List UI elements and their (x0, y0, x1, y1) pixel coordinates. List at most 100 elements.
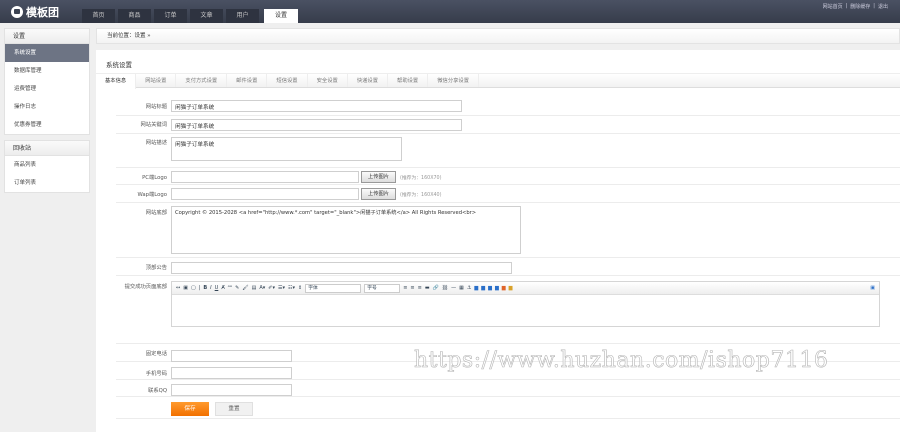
attachment-icon[interactable]: ▆ (509, 285, 513, 291)
tab-wechat-share[interactable]: 微信分享设置 (428, 74, 480, 87)
align-left-icon[interactable]: ≡ (403, 285, 407, 291)
sidebar-item-system-settings[interactable]: 系统设置 (5, 44, 89, 62)
image-right-icon[interactable]: ▆ (488, 285, 492, 291)
sidebar-item-logs[interactable]: 操作日志 (5, 98, 89, 116)
footer-textarea[interactable]: Copyright © 2015-2028 <a href="http://ww… (171, 206, 521, 254)
tab-express[interactable]: 快递设置 (348, 74, 389, 87)
fullscreen-icon[interactable]: ▣ (870, 285, 875, 291)
nav-settings[interactable]: 设置 (264, 9, 298, 23)
tab-security[interactable]: 安全设置 (308, 74, 348, 87)
nav-users[interactable]: 用户 (226, 9, 259, 23)
tab-sms[interactable]: 短信设置 (267, 74, 308, 87)
label: 提交成功页面底部 (124, 284, 167, 290)
sidebar: 设置 系统设置 数据库管理 运费管理 操作日志 优惠券管理 回收站 商品列表 订… (4, 28, 90, 198)
preview-icon[interactable]: ▣ (183, 285, 188, 291)
source-icon[interactable]: ↔ (176, 285, 180, 291)
wap-logo-input[interactable] (171, 188, 359, 200)
phone-input[interactable] (171, 350, 292, 362)
sidebar-item-goods-list[interactable]: 商品列表 (5, 156, 89, 174)
pc-logo-upload-button[interactable]: 上传图片 (361, 171, 396, 183)
sidebar-item-coupons[interactable]: 优惠券管理 (5, 116, 89, 134)
settings-tabs: 基本信息 网站设置 支付方式设置 邮件设置 短信设置 安全设置 快递设置 帮助设… (96, 73, 900, 89)
qq-input[interactable] (171, 384, 292, 396)
row-footer: 网站底部 Copyright © 2015-2028 <a href="http… (116, 203, 900, 258)
font-family-select[interactable]: 字体 (305, 283, 362, 293)
align-center-icon[interactable]: ≡ (410, 285, 414, 291)
tab-payment[interactable]: 支付方式设置 (176, 74, 228, 87)
sidebar-item-shipping[interactable]: 运费管理 (5, 80, 89, 98)
row-success-footer: 提交成功页面底部 ↔ ▣ ▢ | B I U Ⱥ ᴬᴬ ✎ 🖌 ▤ A▾ ✐▾ … (116, 276, 900, 344)
sidebar-item-order-list[interactable]: 订单列表 (5, 174, 89, 192)
font-size-select[interactable]: 字号 (364, 283, 401, 293)
underline-icon[interactable]: U (215, 285, 219, 291)
breadcrumb-path[interactable]: 设置 » (135, 33, 151, 39)
breadcrumb-label: 当前位置： (107, 33, 135, 39)
sidebar-item-database[interactable]: 数据库管理 (5, 62, 89, 80)
wap-logo-upload-button[interactable]: 上传图片 (361, 188, 396, 200)
unordered-list-icon[interactable]: ☷▾ (288, 285, 295, 291)
template-icon[interactable]: ▢ (191, 285, 196, 291)
label: 顶部公告 (145, 265, 167, 271)
anchor-icon[interactable]: ⚓ (467, 285, 471, 291)
link-icon[interactable]: 🔗 (433, 285, 439, 291)
label: 手机号码 (145, 371, 167, 377)
nav-home[interactable]: 首页 (82, 9, 115, 23)
logo-text: 模板团 (26, 6, 59, 19)
top-bar: 模板团 首页 商品 订单 文章 用户 设置 网站首页 | 删除缓存 | 退出 (0, 0, 900, 23)
unlink-icon[interactable]: ⛓ (442, 285, 448, 291)
italic-icon[interactable]: I (210, 285, 211, 291)
eraser-icon[interactable]: ✎ (235, 285, 239, 291)
description-textarea[interactable]: 闲猫子订单系统 (171, 137, 402, 161)
bold-icon[interactable]: B (203, 285, 207, 291)
nav-orders[interactable]: 订单 (154, 9, 187, 23)
paste-icon[interactable]: ▤ (252, 285, 257, 291)
tab-help[interactable]: 帮助设置 (388, 74, 429, 87)
hr-icon[interactable]: — (451, 285, 456, 291)
keywords-input[interactable]: 闲猫子订单系统 (171, 119, 462, 131)
sidebar-group-settings: 设置 系统设置 数据库管理 运费管理 操作日志 优惠券管理 (4, 28, 90, 135)
format-brush-icon[interactable]: 🖌 (242, 285, 248, 291)
row-actions: 保存 重置 (116, 397, 900, 419)
save-button[interactable]: 保存 (171, 402, 209, 416)
row-notice: 顶部公告 (116, 258, 900, 276)
watermark: https://www.huzhan.com/ishop7116 (414, 348, 829, 374)
strike-icon[interactable]: Ⱥ (221, 285, 224, 291)
label: 网站关键词 (140, 122, 168, 128)
align-right-icon[interactable]: ≡ (418, 285, 422, 291)
tab-site[interactable]: 网站设置 (136, 74, 177, 87)
row-pc-logo: PC端Logo 上传图片 (推荐为：160X70) (116, 168, 900, 185)
mobile-input[interactable] (171, 367, 292, 379)
line-height-icon[interactable]: ⇕ (298, 285, 302, 291)
site-title-input[interactable]: 闲猫子订单系统 (171, 100, 462, 112)
top-links: 网站首页 | 删除缓存 | 退出 (822, 3, 888, 10)
logout-link[interactable]: 退出 (878, 3, 888, 10)
label: 固定电话 (145, 351, 167, 357)
tab-email[interactable]: 邮件设置 (227, 74, 268, 87)
font-color-icon[interactable]: A▾ (259, 285, 265, 291)
row-wap-logo: Wap端Logo 上传图片 (推荐为：160X40) (116, 185, 900, 203)
sidebar-group-title: 回收站 (5, 141, 89, 156)
justify-icon[interactable]: ▬ (425, 285, 430, 291)
clear-cache-link[interactable]: 删除缓存 (850, 3, 870, 10)
label: Wap端Logo (137, 192, 167, 198)
nav-articles[interactable]: 文章 (190, 9, 223, 23)
table-icon[interactable]: ▦ (459, 285, 464, 291)
reset-button[interactable]: 重置 (215, 402, 253, 416)
nav-goods[interactable]: 商品 (118, 9, 151, 23)
subscript-icon[interactable]: ᴬᴬ (228, 285, 232, 291)
pc-logo-input[interactable] (171, 171, 359, 183)
image-left-icon[interactable]: ▆ (481, 285, 485, 291)
editor-toolbar: ↔ ▣ ▢ | B I U Ⱥ ᴬᴬ ✎ 🖌 ▤ A▾ ✐▾ ☰▾ ☷▾ ⇕ 字… (172, 282, 879, 295)
row-qq: 联系QQ (116, 380, 900, 397)
notice-input[interactable] (171, 262, 512, 274)
sidebar-group-title: 设置 (5, 29, 89, 44)
tab-basic[interactable]: 基本信息 (96, 74, 137, 89)
rich-text-editor[interactable]: ↔ ▣ ▢ | B I U Ⱥ ᴬᴬ ✎ 🖌 ▤ A▾ ✐▾ ☰▾ ☷▾ ⇕ 字… (171, 281, 880, 327)
map-icon[interactable]: ▆ (495, 285, 499, 291)
image-icon[interactable]: ▆ (474, 285, 478, 291)
ordered-list-icon[interactable]: ☰▾ (278, 285, 285, 291)
sidebar-group-recycle: 回收站 商品列表 订单列表 (4, 140, 90, 193)
site-home-link[interactable]: 网站首页 (823, 3, 843, 10)
emotion-icon[interactable]: ▆ (502, 285, 506, 291)
highlight-icon[interactable]: ✐▾ (268, 285, 275, 291)
